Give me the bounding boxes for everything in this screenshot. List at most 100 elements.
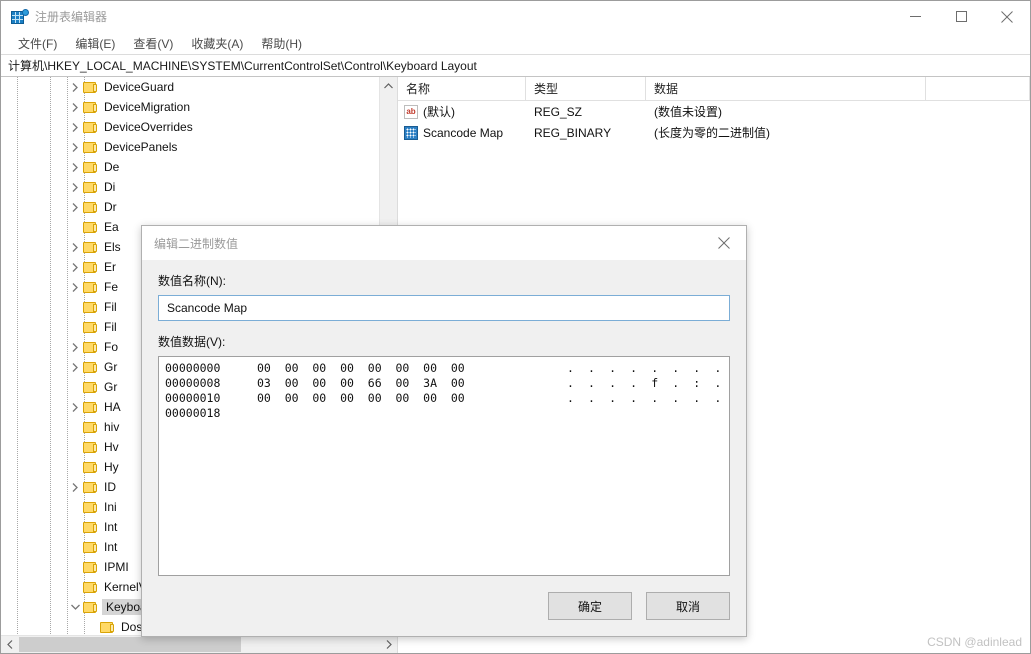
chevron-right-icon[interactable] (67, 397, 83, 417)
hex-ascii: . . . . . . . . (567, 361, 725, 375)
menu-favorites[interactable]: 收藏夹(A) (182, 33, 252, 54)
folder-icon (83, 541, 98, 554)
tree-item[interactable]: DeviceMigration (1, 97, 380, 117)
hex-line: 00000000 00 00 00 00 00 00 00 00 . . . . .… (165, 361, 729, 376)
folder-icon (83, 561, 98, 574)
maximize-button[interactable] (938, 1, 984, 32)
folder-icon (83, 201, 98, 214)
chevron-right-icon[interactable] (67, 357, 83, 377)
hex-bytes (257, 406, 567, 421)
tree-hscroll-thumb[interactable] (19, 637, 241, 652)
folder-icon (83, 501, 98, 514)
cell-type: REG_SZ (534, 104, 583, 119)
tree-item-label: DeviceMigration (104, 100, 191, 114)
cancel-button[interactable]: 取消 (646, 592, 730, 620)
table-row[interactable]: Scancode Map REG_BINARY (长度为零的二进制值) (398, 122, 1030, 143)
dialog-close-button[interactable] (702, 226, 746, 260)
tree-item[interactable]: DevicePanels (1, 137, 380, 157)
hex-data-editor[interactable]: 00000000 00 00 00 00 00 00 00 00 . . . . .… (158, 356, 730, 576)
folder-icon (83, 81, 98, 94)
menu-file[interactable]: 文件(F) (9, 33, 66, 54)
folder-icon (83, 121, 98, 134)
chevron-down-icon[interactable] (67, 597, 83, 617)
chevron-right-icon[interactable] (67, 117, 83, 137)
tree-item[interactable]: Dr (1, 197, 380, 217)
chevron-right-icon[interactable] (67, 157, 83, 177)
tree-item-label: Fe (104, 280, 119, 294)
menu-view[interactable]: 查看(V) (124, 33, 182, 54)
folder-icon (83, 401, 98, 414)
table-row[interactable]: ab (默认) REG_SZ (数值未设置) (398, 101, 1030, 122)
folder-icon (83, 521, 98, 534)
hex-ascii: . . . . . . . . (567, 391, 725, 405)
window-controls (892, 1, 1030, 32)
list-header: 名称 类型 数据 (398, 77, 1030, 101)
chevron-right-icon[interactable] (67, 237, 83, 257)
tree-item-label: Fil (104, 320, 117, 334)
chevron-right-icon[interactable] (67, 137, 83, 157)
hex-line: 00000010 00 00 00 00 00 00 00 00 . . . . .… (165, 391, 729, 406)
address-bar[interactable]: 计算机\HKEY_LOCAL_MACHINE\SYSTEM\CurrentCon… (1, 54, 1030, 77)
tree-item-label: ID (104, 480, 116, 494)
window-title: 注册表编辑器 (35, 10, 108, 24)
chevron-right-icon[interactable] (67, 277, 83, 297)
menu-help[interactable]: 帮助(H) (252, 33, 311, 54)
folder-icon (83, 221, 98, 234)
cell-name: Scancode Map (398, 125, 526, 140)
column-header-type[interactable]: 类型 (526, 77, 646, 100)
folder-icon (83, 381, 98, 394)
tree-item-label: DevicePanels (104, 140, 178, 154)
value-name-text: Scancode Map (167, 301, 248, 315)
tree-item-label: IPMI (104, 560, 129, 574)
folder-icon (83, 281, 98, 294)
chevron-right-icon[interactable] (67, 257, 83, 277)
tree-item[interactable]: Di (1, 177, 380, 197)
tree-item[interactable]: De (1, 157, 380, 177)
tree-item-label: De (104, 160, 120, 174)
hex-ascii: . . . . f . : . (567, 376, 725, 390)
tree-item-label: Fo (104, 340, 119, 354)
tree-item[interactable]: DeviceGuard (1, 77, 380, 97)
ok-button[interactable]: 确定 (548, 592, 632, 620)
scroll-right-icon[interactable] (380, 636, 397, 653)
close-button[interactable] (984, 1, 1030, 32)
folder-icon (83, 441, 98, 454)
hex-line: 00000008 03 00 00 00 66 00 3A 00 . . . . f… (165, 376, 729, 391)
cell-type: REG_BINARY (534, 125, 612, 140)
folder-icon (100, 621, 115, 634)
column-header-name[interactable]: 名称 (398, 77, 526, 100)
value-name-input[interactable]: Scancode Map (158, 295, 730, 321)
tree-item-label: DeviceGuard (104, 80, 175, 94)
chevron-right-icon[interactable] (67, 77, 83, 97)
scroll-left-icon[interactable] (1, 636, 18, 653)
chevron-right-icon[interactable] (67, 477, 83, 497)
column-header-data[interactable]: 数据 (646, 77, 926, 100)
menu-edit[interactable]: 编辑(E) (66, 33, 124, 54)
address-path: 计算机\HKEY_LOCAL_MACHINE\SYSTEM\CurrentCon… (8, 59, 477, 73)
dialog-title: 编辑二进制数值 (154, 236, 239, 251)
column-header-filler (926, 77, 1030, 100)
chevron-right-icon[interactable] (67, 177, 83, 197)
hex-offset: 00000008 (165, 376, 221, 390)
cell-name: ab (默认) (398, 103, 526, 120)
tree-horizontal-scrollbar[interactable] (1, 635, 397, 653)
scroll-up-icon[interactable] (380, 77, 397, 94)
chevron-right-icon[interactable] (67, 197, 83, 217)
tree-item[interactable]: DeviceOverrides (1, 117, 380, 137)
hex-offset: 00000018 (165, 406, 221, 420)
value-name: Scancode Map (423, 125, 504, 140)
folder-icon (83, 181, 98, 194)
chevron-right-icon[interactable] (67, 97, 83, 117)
chevron-right-icon[interactable] (67, 337, 83, 357)
minimize-button[interactable] (892, 1, 938, 32)
registry-values-list[interactable]: ab (默认) REG_SZ (数值未设置) Scancode Map REG_BINAR… (398, 101, 1030, 143)
tree-item-label: Int (104, 540, 118, 554)
